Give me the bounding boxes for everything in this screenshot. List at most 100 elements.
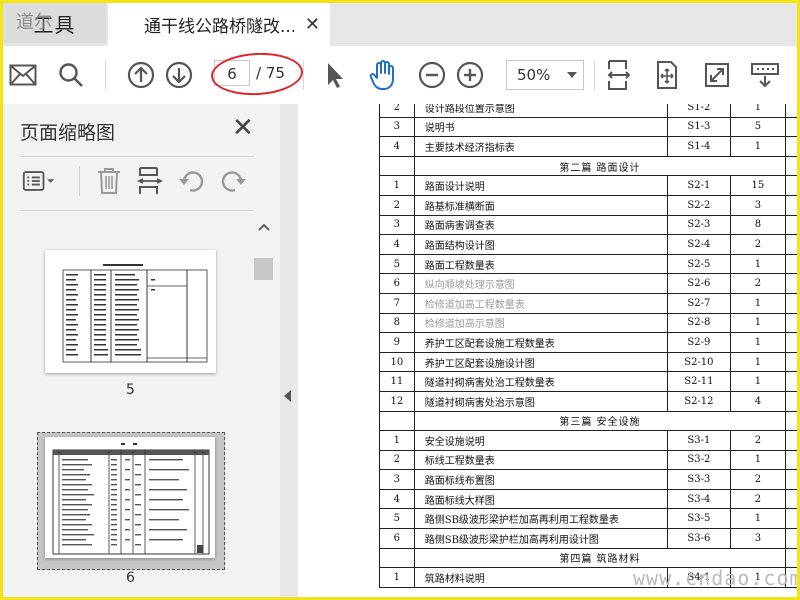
sheet-count: 1 xyxy=(729,449,787,471)
chevron-down-icon xyxy=(567,72,577,78)
section-row: 第三篇 安全设施 xyxy=(379,410,800,432)
sheet-count: 2 xyxy=(729,469,787,490)
tab-document[interactable]: 通干线公路桥隧改... ✕ xyxy=(108,3,330,46)
sheet-count: 2 xyxy=(729,273,787,294)
row-number: 1 xyxy=(379,567,415,588)
row-number: 2 xyxy=(379,104,415,118)
scrollbar-thumb[interactable] xyxy=(254,258,273,280)
drawing-code: S2-4 xyxy=(667,234,731,255)
rotate-move-icon[interactable] xyxy=(650,58,684,92)
remark-cell xyxy=(785,273,800,294)
table-row: 3 路面标线布置图 S3-3 2 xyxy=(379,469,800,490)
zoom-in-icon[interactable] xyxy=(453,58,487,92)
rotate-left-icon[interactable] xyxy=(175,164,209,198)
remark-cell xyxy=(785,155,800,177)
row-number: 6 xyxy=(379,273,415,294)
drawing-name: 检修道加高工程数量表 xyxy=(413,292,669,314)
toolbar-separator xyxy=(303,60,304,90)
insert-page-icon[interactable] xyxy=(133,164,167,198)
table-row: 5 路侧SB级波形梁护栏加高再利用工程数量表 S3-5 1 xyxy=(379,508,800,530)
row-number: 9 xyxy=(379,332,415,353)
table-row: 4 路面结构设计图 S2-4 2 xyxy=(379,234,800,255)
panel-splitter[interactable] xyxy=(280,104,298,600)
remark-cell xyxy=(785,508,800,530)
drawing-code: S1-2 xyxy=(667,104,731,118)
document-view[interactable]: 2 设计路段位置示意图 S1-2 1 3 说明书 S1-3 5 4 主要技术经济指标表 S1-4 1 第… xyxy=(298,104,800,600)
drawing-name: 主要技术经济指标表 xyxy=(413,136,669,157)
table-row: 9 养护工区配套设施工程数量表 S2-9 1 xyxy=(379,332,800,353)
remark-cell xyxy=(785,175,800,196)
full-screen-icon[interactable] xyxy=(700,58,734,92)
watermark-logo: 道尔 xyxy=(16,12,52,33)
row-number: 11 xyxy=(379,371,415,392)
sheet-count: 4 xyxy=(729,390,787,412)
drawing-name: 路侧SB级波形梁护栏加高再利用设计图 xyxy=(413,528,669,549)
fit-page-icon[interactable] xyxy=(602,58,636,92)
next-page-icon[interactable] xyxy=(162,58,196,92)
hand-tool-icon[interactable] xyxy=(366,58,400,92)
sheet-count: 15 xyxy=(729,175,787,196)
drawing-name: 路面标线布置图 xyxy=(413,469,669,490)
drawing-name: 说明书 xyxy=(413,116,669,138)
panel-close-icon[interactable]: ✕ xyxy=(232,115,254,141)
row-number: 3 xyxy=(379,214,415,236)
thumbnail-scrollbar[interactable] xyxy=(254,112,274,496)
sheet-count: 1 xyxy=(729,253,787,275)
table-row: 7 检修道加高工程数量表 S2-7 1 xyxy=(379,292,800,314)
table-row: 10 养护工区配套设施设计图 S2-10 1 xyxy=(379,351,800,373)
thumbnail-options-icon[interactable] xyxy=(22,164,56,198)
table-row: 6 路侧SB级波形梁护栏加高再利用设计图 S3-6 3 xyxy=(379,528,800,549)
row-number: 8 xyxy=(379,312,415,334)
thumbnail-list: 5 6 xyxy=(20,216,252,600)
row-number: 1 xyxy=(379,430,415,451)
page-thumbnail[interactable] xyxy=(45,250,216,373)
zoom-level-value: 50% xyxy=(517,66,551,84)
sheet-count: 5 xyxy=(729,116,787,138)
table-row: 12 隧道衬砌病害处治示意图 S2-12 4 xyxy=(379,390,800,412)
panel-title: 页面缩略图 xyxy=(20,122,116,144)
row-number: 6 xyxy=(379,528,415,549)
drawing-code: S3-2 xyxy=(667,449,731,471)
drawing-name: 路面病害调查表 xyxy=(413,214,669,236)
collapse-panel-icon[interactable] xyxy=(284,390,291,402)
row-number: 3 xyxy=(379,469,415,490)
delete-page-icon[interactable] xyxy=(92,164,126,198)
previous-page-icon[interactable] xyxy=(124,58,158,92)
drawing-name: 养护工区配套设施工程数量表 xyxy=(413,332,669,353)
table-row: 4 主要技术经济指标表 S1-4 1 xyxy=(379,136,800,157)
tab-document-title: 通干线公路桥隧改... xyxy=(144,17,294,37)
drawing-name: 路侧SB级波形梁护栏加高再利用工程数量表 xyxy=(413,508,669,530)
zoom-out-icon[interactable] xyxy=(415,58,449,92)
remark-cell xyxy=(785,234,800,255)
drawing-name: 养护工区配套设施设计图 xyxy=(413,351,669,373)
sheet-count: 1 xyxy=(729,351,787,373)
row-number: 10 xyxy=(379,351,415,373)
remark-cell xyxy=(785,410,800,432)
toolbar-separator xyxy=(105,60,106,90)
email-icon[interactable] xyxy=(6,58,40,92)
page-thumbnail-selected[interactable] xyxy=(37,432,225,570)
drawing-code: S2-2 xyxy=(667,194,731,216)
row-number: 5 xyxy=(379,508,415,530)
sheet-count: 1 xyxy=(729,292,787,314)
drawing-code: S2-11 xyxy=(667,371,731,392)
drawing-name: 隧道衬砌病害处治工程数量表 xyxy=(413,371,669,392)
scroll-up-icon[interactable] xyxy=(258,220,270,234)
tab-close-icon[interactable]: ✕ xyxy=(305,14,320,35)
drawing-code: S2-7 xyxy=(667,292,731,314)
read-mode-icon[interactable] xyxy=(748,58,782,92)
drawing-name: 路面设计说明 xyxy=(413,175,669,196)
rotate-right-icon[interactable] xyxy=(216,164,250,198)
table-row: 3 说明书 S1-3 5 xyxy=(379,116,800,138)
panel-divider xyxy=(20,156,265,157)
drawing-code: S3-1 xyxy=(667,430,731,451)
thumbnail-label: 6 xyxy=(126,570,135,586)
zoom-level-select[interactable]: 50% xyxy=(506,60,584,90)
row-number-cell xyxy=(379,155,415,177)
search-icon[interactable] xyxy=(54,58,88,92)
page-thumbnail-image xyxy=(45,437,215,558)
select-cursor-icon[interactable] xyxy=(318,58,352,92)
section-row: 第四篇 筑路材料 xyxy=(379,547,800,569)
sheet-count: 1 xyxy=(729,508,787,530)
panel-divider xyxy=(20,210,265,211)
